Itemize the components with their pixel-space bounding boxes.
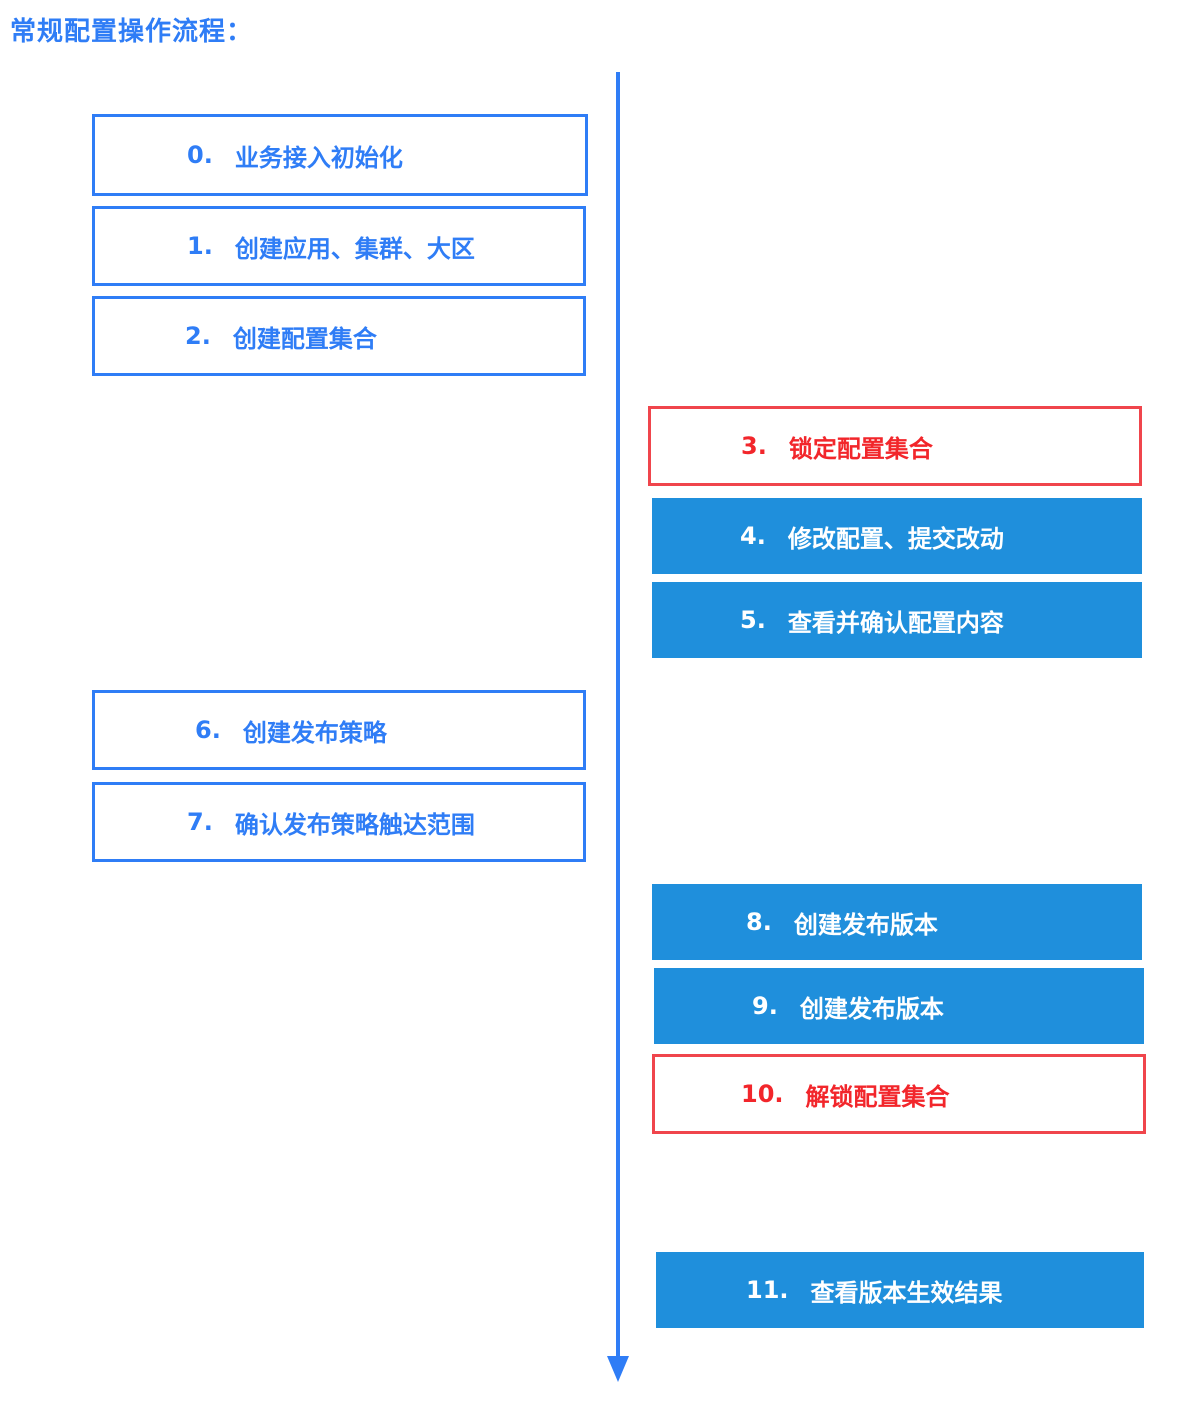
step-number: 0. <box>187 141 213 169</box>
step-label: 修改配置、提交改动 <box>787 524 1004 553</box>
step-number: 7. <box>187 808 213 836</box>
step-label: 创建发布版本 <box>799 994 944 1023</box>
step-label: 解锁配置集合 <box>805 1082 950 1111</box>
step-2-box: 2. 创建配置集合 <box>92 296 586 376</box>
step-11-box: 11. 查看版本生效结果 <box>656 1252 1144 1328</box>
step-6-box: 6. 创建发布策略 <box>92 690 586 770</box>
step-number: 6. <box>195 716 221 744</box>
step-1-box: 1. 创建应用、集群、大区 <box>92 206 586 286</box>
step-number: 2. <box>185 322 211 350</box>
step-number: 3. <box>741 432 767 460</box>
step-number: 8. <box>746 908 772 936</box>
step-number: 1. <box>187 232 213 260</box>
step-8-box: 8. 创建发布版本 <box>652 884 1142 960</box>
step-label: 查看并确认配置内容 <box>787 608 1004 637</box>
step-5-box: 5. 查看并确认配置内容 <box>652 582 1142 658</box>
step-label: 创建配置集合 <box>232 324 377 353</box>
step-10-box: 10. 解锁配置集合 <box>652 1054 1146 1134</box>
step-label: 创建发布策略 <box>242 718 387 747</box>
step-label: 锁定配置集合 <box>788 434 933 463</box>
step-label: 查看版本生效结果 <box>810 1278 1003 1307</box>
arrow-down-icon <box>607 1356 629 1382</box>
step-number: 11. <box>746 1276 789 1304</box>
step-0-box: 0. 业务接入初始化 <box>92 114 588 196</box>
step-label: 业务接入初始化 <box>234 143 403 172</box>
step-number: 9. <box>752 992 778 1020</box>
step-9-box: 9. 创建发布版本 <box>654 968 1144 1044</box>
step-label: 确认发布策略触达范围 <box>234 810 475 839</box>
step-7-box: 7. 确认发布策略触达范围 <box>92 782 586 862</box>
step-number: 5. <box>740 606 766 634</box>
step-label: 创建应用、集群、大区 <box>234 234 475 263</box>
step-number: 10. <box>741 1080 784 1108</box>
step-4-box: 4. 修改配置、提交改动 <box>652 498 1142 574</box>
step-3-box: 3. 锁定配置集合 <box>648 406 1142 486</box>
step-label: 创建发布版本 <box>793 910 938 939</box>
step-number: 4. <box>740 522 766 550</box>
